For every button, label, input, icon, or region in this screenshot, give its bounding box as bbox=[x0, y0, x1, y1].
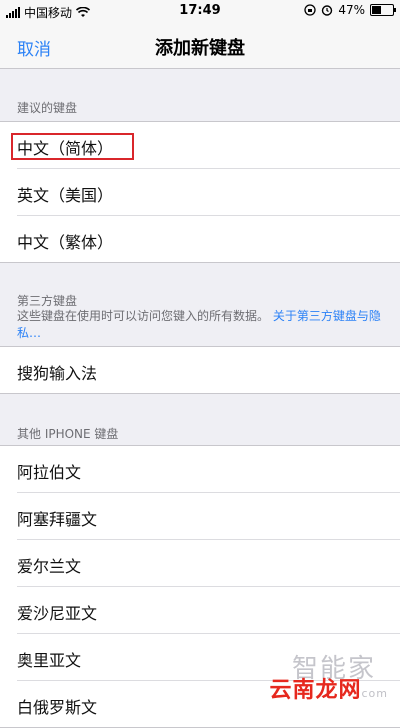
keyboard-item-azerbaijani[interactable]: 阿塞拜疆文 bbox=[17, 493, 400, 540]
keyboard-item-sogou[interactable]: 搜狗输入法 bbox=[17, 347, 400, 393]
third-party-description: 这些键盘在使用时可以访问您键入的所有数据。 关于第三方键盘与隐私… bbox=[17, 308, 387, 342]
watermark-bottom: 云南龙网com bbox=[269, 672, 388, 704]
watermark-bottom-text: 云南龙网 bbox=[269, 678, 362, 703]
keyboard-item-label: 阿拉伯文 bbox=[17, 463, 82, 482]
watermark: 智能家 云南龙网com bbox=[268, 648, 388, 704]
battery-percent: 47% bbox=[338, 3, 365, 17]
page-title: 添加新键盘 bbox=[155, 38, 245, 59]
watermark-suffix: com bbox=[361, 687, 388, 700]
keyboard-item-label: 阿塞拜疆文 bbox=[17, 510, 98, 529]
keyboard-item-label: 中文（繁体） bbox=[17, 233, 114, 252]
keyboard-item-label: 奥里亚文 bbox=[17, 651, 82, 670]
keyboard-item-label: 爱尔兰文 bbox=[17, 557, 82, 576]
keyboard-item-chinese-traditional[interactable]: 中文（繁体） bbox=[17, 216, 400, 262]
third-party-keyboards-group: 搜狗输入法 bbox=[0, 346, 400, 394]
section-header-suggested: 建议的键盘 bbox=[17, 101, 78, 115]
keyboard-item-english-us[interactable]: 英文（美国） bbox=[17, 169, 400, 216]
section-header-third-party: 第三方键盘 bbox=[17, 294, 78, 308]
keyboard-item-label: 搜狗输入法 bbox=[17, 364, 98, 383]
keyboard-item-label: 白俄罗斯文 bbox=[17, 698, 98, 717]
rotation-lock-icon bbox=[304, 4, 316, 16]
keyboard-item-irish[interactable]: 爱尔兰文 bbox=[17, 540, 400, 587]
section-header-other: 其他 IPHONE 键盘 bbox=[17, 427, 119, 441]
keyboard-item-estonian[interactable]: 爱沙尼亚文 bbox=[17, 587, 400, 634]
keyboard-item-arabic[interactable]: 阿拉伯文 bbox=[17, 446, 400, 493]
status-bar: 中国移动 17:49 47% bbox=[0, 0, 400, 22]
highlight-annotation-box bbox=[11, 133, 134, 160]
battery-icon bbox=[370, 4, 396, 16]
status-right: 47% bbox=[304, 3, 396, 17]
battery-fill bbox=[372, 6, 381, 14]
keyboard-item-label: 爱沙尼亚文 bbox=[17, 604, 98, 623]
third-party-description-text: 这些键盘在使用时可以访问您键入的所有数据。 bbox=[17, 309, 270, 323]
alarm-icon bbox=[322, 5, 333, 16]
keyboard-item-label: 英文（美国） bbox=[17, 186, 114, 205]
navigation-bar: 取消 添加新键盘 bbox=[0, 22, 400, 69]
